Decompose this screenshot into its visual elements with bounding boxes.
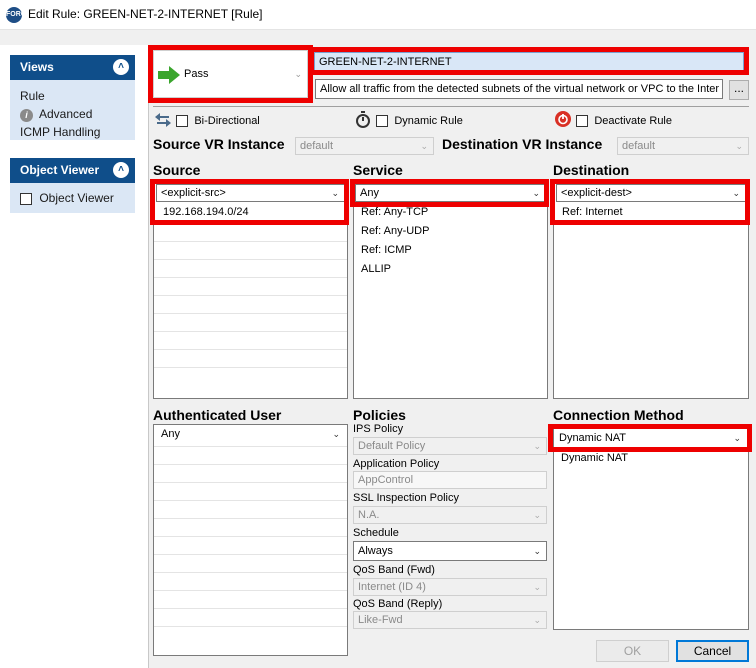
app-icon: FORC	[6, 7, 26, 23]
stopwatch-icon	[356, 111, 370, 128]
highlight-service	[350, 179, 549, 207]
ips-policy-select[interactable]: Default Policy ⌄	[353, 437, 547, 455]
schedule-label: Schedule	[353, 527, 399, 539]
service-header: Service	[353, 162, 403, 178]
collapse-icon[interactable]: ˄	[113, 59, 129, 75]
qos-reply-select[interactable]: Like-Fwd ⌄	[353, 611, 547, 629]
checkbox-icon[interactable]	[176, 114, 188, 127]
qos-reply-label: QoS Band (Reply)	[353, 598, 443, 610]
service-item[interactable]: ALLIP	[361, 263, 391, 275]
chevron-down-icon: ⌄	[533, 441, 541, 451]
object-viewer-checkbox[interactable]: Object Viewer	[20, 191, 114, 205]
ssl-policy-select[interactable]: N.A. ⌄	[353, 506, 547, 524]
application-policy-field[interactable]: AppControl	[353, 471, 547, 489]
power-icon	[555, 111, 571, 127]
deactivate-rule-checkbox[interactable]: Deactivate Rule	[576, 113, 672, 127]
view-item-rule[interactable]: Rule	[20, 89, 45, 103]
application-policy-label: Application Policy	[353, 458, 440, 470]
destination-header: Destination	[553, 162, 630, 178]
connection-method-item[interactable]: Dynamic NAT	[561, 452, 628, 464]
chevron-down-icon: ⌄	[533, 615, 541, 625]
window-title: Edit Rule: GREEN-NET-2-INTERNET [Rule]	[28, 7, 263, 21]
checkbox-icon[interactable]	[376, 114, 388, 127]
highlight-name	[309, 47, 749, 75]
policies-header: Policies	[353, 407, 406, 423]
chevron-down-icon: ⌄	[533, 510, 541, 520]
qos-fwd-select[interactable]: Internet (ID 4) ⌄	[353, 578, 547, 596]
ok-button[interactable]: OK	[596, 640, 669, 662]
left-pane: Views ˄ Rule i Advanced ICMP Handling Obj…	[0, 45, 149, 668]
views-body: Rule i Advanced ICMP Handling	[10, 80, 135, 140]
service-item[interactable]: Ref: Any-TCP	[361, 206, 428, 218]
highlight-action	[148, 45, 313, 103]
auth-user-header: Authenticated User	[153, 407, 282, 423]
bidirectional-checkbox[interactable]: Bi-Directional	[176, 113, 260, 127]
ips-policy-label: IPS Policy	[353, 423, 404, 435]
highlight-destination	[550, 179, 750, 225]
chevron-down-icon: ⌄	[533, 582, 541, 592]
checkbox-icon[interactable]	[576, 114, 588, 127]
qos-fwd-label: QoS Band (Fwd)	[353, 564, 435, 576]
bidirectional-icon	[155, 113, 171, 127]
auth-user-selector[interactable]: Any ⌄	[156, 425, 346, 443]
source-vr-label: Source VR Instance	[153, 136, 285, 152]
object-viewer-title: Object Viewer	[20, 163, 100, 177]
object-viewer-body: Object Viewer	[10, 183, 135, 213]
checkbox-icon[interactable]	[20, 192, 32, 205]
chevron-down-icon: ⌄	[533, 546, 541, 556]
divider	[153, 106, 749, 107]
schedule-select[interactable]: Always ⌄	[353, 541, 547, 561]
chevron-down-icon: ⌄	[332, 429, 340, 439]
cancel-button[interactable]: Cancel	[676, 640, 749, 662]
views-header[interactable]: Views ˄	[10, 55, 135, 80]
title-bar: FORC Edit Rule: GREEN-NET-2-INTERNET [Ru…	[0, 0, 756, 30]
source-header: Source	[153, 162, 201, 178]
highlight-source	[150, 179, 349, 225]
description-more-button[interactable]: ...	[729, 80, 749, 100]
views-title: Views	[20, 60, 54, 74]
source-vr-select[interactable]: default ⌄	[295, 137, 434, 155]
chevron-down-icon: ⌄	[420, 141, 428, 151]
view-item-advanced[interactable]: i Advanced	[20, 107, 92, 122]
destination-vr-select[interactable]: default ⌄	[617, 137, 749, 155]
description-field[interactable]: Allow all traffic from the detected subn…	[315, 79, 723, 99]
connection-method-header: Connection Method	[553, 407, 684, 423]
view-item-icmp-handling[interactable]: ICMP Handling	[20, 125, 100, 139]
service-item[interactable]: Ref: ICMP	[361, 244, 412, 256]
ssl-policy-label: SSL Inspection Policy	[353, 492, 459, 504]
highlight-connection	[548, 424, 752, 452]
service-item[interactable]: Ref: Any-UDP	[361, 225, 429, 237]
chevron-down-icon: ⌄	[735, 141, 743, 151]
destination-vr-label: Destination VR Instance	[442, 136, 603, 152]
info-icon: i	[20, 109, 33, 122]
object-viewer-header[interactable]: Object Viewer ˄	[10, 158, 135, 183]
auth-user-list[interactable]	[153, 424, 348, 656]
collapse-icon[interactable]: ˄	[113, 162, 129, 178]
dynamic-rule-checkbox[interactable]: Dynamic Rule	[376, 113, 463, 127]
